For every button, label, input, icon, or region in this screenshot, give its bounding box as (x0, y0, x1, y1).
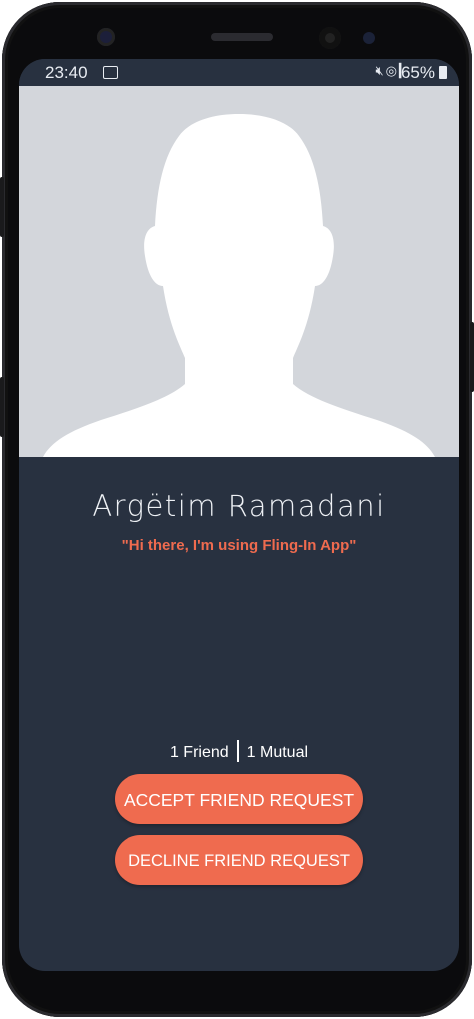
wifi-icon: ◎ (385, 63, 399, 78)
accept-friend-request-button[interactable]: ACCEPT FRIEND REQUEST (115, 774, 363, 824)
avatar-silhouette-icon (43, 114, 435, 457)
battery-icon (439, 66, 447, 79)
volume-button (0, 177, 4, 237)
profile-name: Argëtim Ramadani (92, 489, 386, 523)
bixby-button (0, 377, 4, 437)
friend-stats: 1 Friend 1 Mutual (19, 740, 459, 764)
mute-icon: 🔇︎ (375, 63, 386, 78)
stats-divider (236, 740, 239, 762)
phone-frame: 23:40 🔇︎◎▎ 65% Argëtim Ramadani "Hi ther… (0, 2, 474, 1017)
status-bar: 23:40 🔇︎◎▎ 65% (19, 59, 459, 86)
decline-friend-request-button[interactable]: DECLINE FRIEND REQUEST (115, 835, 363, 885)
profile-status-message: "Hi there, I'm using Fling-In App" (121, 537, 357, 554)
image-icon (103, 66, 118, 79)
mutual-count: 1 Mutual (246, 744, 309, 762)
power-button (470, 322, 474, 392)
front-camera (97, 28, 115, 46)
friends-count: 1 Friend (169, 744, 229, 762)
iris-sensor (363, 32, 375, 44)
screen: 23:40 🔇︎◎▎ 65% Argëtim Ramadani "Hi ther… (19, 59, 459, 971)
earpiece-speaker (211, 33, 273, 41)
status-time: 23:40 (45, 63, 88, 82)
proximity-sensor (319, 27, 341, 49)
profile-photo[interactable] (19, 86, 459, 457)
battery-percent: 65% (400, 63, 435, 82)
